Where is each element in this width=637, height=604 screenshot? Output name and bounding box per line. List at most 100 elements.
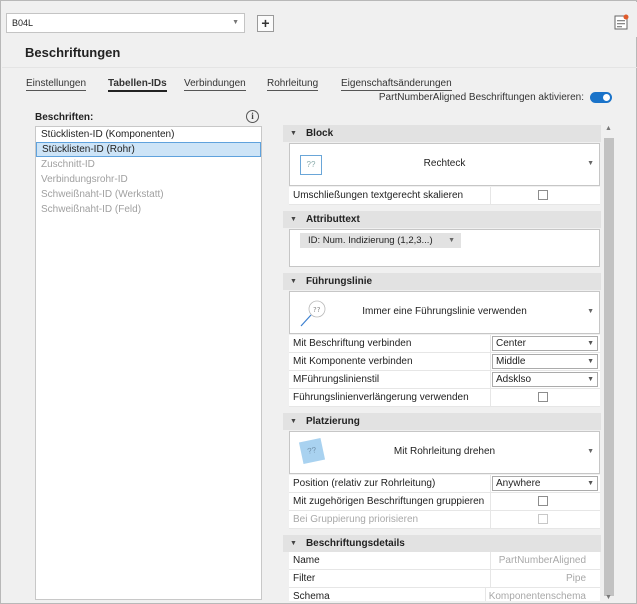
collapse-triangle-icon: ▼ [290,216,297,223]
window: B04L ▼ + Beschriftungen Einstellungen Ta… [0,0,637,604]
scrollbar-thumb[interactable] [604,138,614,596]
property-row: Schema Komponentenschema [289,588,600,601]
property-row: Umschließungen textgerecht skalieren [289,187,600,205]
property-row: Position (relativ zur Rohrleitung) Anywh… [289,475,600,493]
chevron-down-icon: ▼ [587,340,594,347]
block-style-selector[interactable]: ?? Rechteck ▼ [289,143,600,186]
property-label: MFührungslinienstil [289,371,491,388]
property-label: Umschließungen textgerecht skalieren [289,187,491,204]
enable-labels-label: PartNumberAligned Beschriftungen aktivie… [378,92,584,103]
collapse-triangle-icon: ▼ [290,130,297,137]
chevron-down-icon: ▼ [587,376,594,383]
section-title: Beschriftungsdetails [305,538,405,549]
prioritize-checkbox [538,514,548,524]
profile-combo-value: B04L [12,18,34,28]
leader-style-value: Immer eine Führungslinie verwenden [362,306,527,317]
list-item[interactable]: Stücklisten-ID (Rohr) [36,142,261,157]
add-button[interactable]: + [257,15,274,32]
section-leader-header[interactable]: ▼ Führungslinie [283,273,601,290]
enable-labels-row: PartNumberAligned Beschriftungen aktivie… [379,92,612,103]
section-placement-header[interactable]: ▼ Platzierung [283,413,601,430]
property-label: Schema [289,588,486,601]
list-item: Schweißnaht-ID (Werkstatt) [41,189,164,200]
list-item: Zuschnitt-ID [41,159,95,170]
property-label: Filter [289,570,491,587]
scale-enclosures-checkbox[interactable] [538,190,548,200]
property-label: Position (relativ zur Rohrleitung) [289,475,491,492]
section-details-header[interactable]: ▼ Beschriftungsdetails [283,535,601,552]
property-value: Komponentenschema [488,591,586,601]
property-row: Mit Beschriftung verbinden Center ▼ [289,335,600,353]
property-row: Mit Komponente verbinden Middle ▼ [289,353,600,371]
panel-scrollbar[interactable]: ▲ ▼ [602,125,616,601]
placement-style-selector[interactable]: ?? Mit Rohrleitung drehen ▼ [289,431,600,474]
property-value: PartNumberAligned [498,555,586,566]
scroll-down-icon[interactable]: ▼ [605,594,612,601]
list-item: Verbindungsrohr-ID [41,174,128,185]
tab-einstellungen[interactable]: Einstellungen [26,78,87,91]
leader-style-selector[interactable]: ?? Immer eine Führungslinie verwenden ▼ [289,291,600,334]
collapse-triangle-icon: ▼ [290,418,297,425]
connect-component-select[interactable]: Middle ▼ [492,354,598,369]
select-value: Middle [496,356,526,367]
scroll-up-icon[interactable]: ▲ [605,125,612,132]
collapse-triangle-icon: ▼ [290,278,297,285]
section-block-header[interactable]: ▼ Block [283,125,601,142]
collapse-triangle-icon: ▼ [290,540,297,547]
property-label: Mit Komponente verbinden [289,353,491,370]
property-row: Mit zugehörigen Beschriftungen gruppiere… [289,493,600,511]
placement-style-value: Mit Rohrleitung drehen [393,446,496,457]
divider [2,67,637,68]
select-value: Adsklso [496,374,532,385]
property-row: Name PartNumberAligned [289,552,600,570]
attribute-tag-label: ID: Num. Indizierung (1,2,3...) [308,235,433,246]
section-title: Platzierung [305,416,360,427]
property-label: Mit Beschriftung verbinden [289,335,491,352]
chevron-down-icon: ▼ [587,358,594,365]
chevron-down-icon: ▼ [587,448,594,455]
property-label: Name [289,552,491,569]
tab-tabellen-ids[interactable]: Tabellen-IDs [108,78,167,92]
property-label: Mit zugehörigen Beschriftungen gruppiere… [289,493,491,510]
property-value: Pipe [565,573,586,584]
document-settings-icon[interactable] [614,14,629,30]
attribute-text-box[interactable]: ID: Num. Indizierung (1,2,3...) ▼ [289,229,600,267]
tab-verbindungen[interactable]: Verbindungen [184,78,246,91]
attribute-tag[interactable]: ID: Num. Indizierung (1,2,3...) ▼ [300,233,461,248]
enable-labels-toggle[interactable] [590,92,612,103]
property-row: Filter Pipe [289,570,600,588]
select-value: Anywhere [496,478,541,489]
group-labels-checkbox[interactable] [538,496,548,506]
label-list: Stücklisten-ID (Komponenten) Stücklisten… [35,126,262,600]
property-row: Führungslinienverlängerung verwenden [289,389,600,407]
tab-rohrleitung[interactable]: Rohrleitung [267,78,319,91]
list-item: Schweißnaht-ID (Feld) [41,204,142,215]
list-item[interactable]: Stücklisten-ID (Komponenten) [36,127,261,142]
chevron-down-icon: ▼ [587,160,594,167]
block-style-value: Rechteck [423,158,466,169]
page-title: Beschriftungen [25,45,121,60]
leader-style-select[interactable]: Adsklso ▼ [492,372,598,387]
property-label: Führungslinienverlängerung verwenden [289,389,491,406]
chevron-down-icon: ▼ [587,480,594,487]
select-value: Center [496,338,527,349]
label-list-title: Beschriften: [35,112,94,123]
chevron-down-icon: ▼ [448,237,455,244]
profile-combo[interactable]: B04L ▼ [6,13,245,33]
property-row: MFührungslinienstil Adsklso ▼ [289,371,600,389]
section-title: Attributtext [305,214,360,225]
property-label: Bei Gruppierung priorisieren [289,511,491,528]
section-attribute-header[interactable]: ▼ Attributtext [283,211,601,228]
position-select[interactable]: Anywhere ▼ [492,476,598,491]
leader-extension-checkbox[interactable] [538,392,548,402]
tab-eigenschaftsaenderungen[interactable]: Eigenschaftsänderungen [341,78,452,91]
property-row: Bei Gruppierung priorisieren [289,511,600,529]
top-bar: B04L ▼ + [2,2,637,37]
chevron-down-icon: ▼ [587,308,594,315]
section-title: Block [305,128,334,139]
properties-panel: ▼ Block ?? Rechteck ▼ Umschließungen text… [283,125,601,601]
section-title: Führungslinie [305,276,373,287]
info-icon[interactable]: i [246,110,259,123]
chevron-down-icon: ▼ [232,19,239,26]
connect-label-select[interactable]: Center ▼ [492,336,598,351]
